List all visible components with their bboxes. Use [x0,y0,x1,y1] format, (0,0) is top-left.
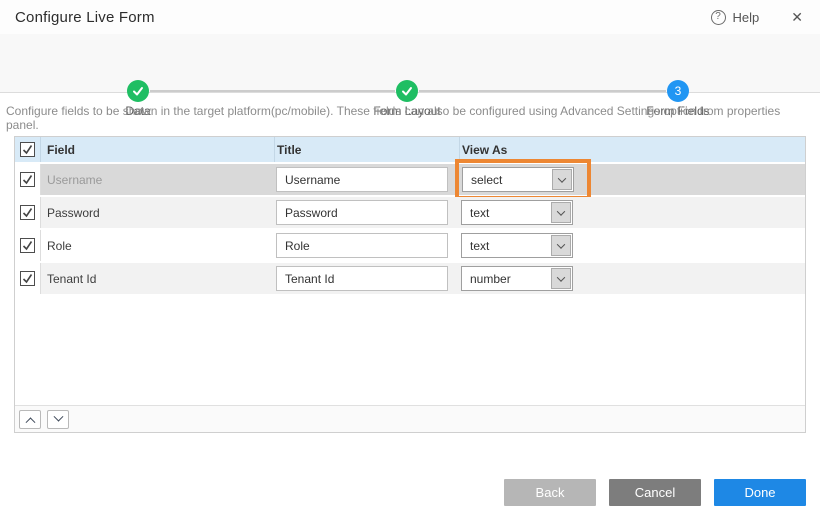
table-row: Password text [15,197,805,230]
stepper-connector [419,90,666,92]
chevron-down-icon[interactable] [551,268,571,289]
help-button[interactable]: ? Help [711,10,760,25]
chevron-down-icon[interactable] [551,202,571,223]
help-icon[interactable]: ? [711,10,726,25]
dialog-title: Configure Live Form [15,9,155,26]
chevron-down-icon[interactable] [551,235,571,256]
action-buttons: Back Cancel Done [504,479,806,506]
table-row: Role text [15,230,805,263]
configure-live-form-dialog: Configure Live Form ? Help ✕ Data Form L… [0,0,820,516]
chevron-down-icon[interactable] [552,169,572,190]
back-button[interactable]: Back [504,479,596,506]
table-row: Username select [15,164,805,197]
row-checkbox[interactable] [20,205,35,220]
help-label[interactable]: Help [733,10,760,25]
view-as-select[interactable]: text [461,233,573,258]
field-name: Password [47,206,100,220]
table-row: Tenant Id number [15,263,805,296]
column-header-title: Title [274,137,459,162]
title-input[interactable] [276,167,448,192]
view-as-select[interactable]: select [462,167,574,192]
stepper: Data Form Layout 3 Form Fields [0,34,820,93]
view-as-selected-value: select [463,173,502,187]
column-header-field: Field [41,137,274,162]
field-name: Username [47,173,102,187]
table-footer [15,405,805,432]
table-header-row: Field Title View As [15,137,805,164]
view-as-selected-value: number [462,272,511,286]
field-name: Tenant Id [47,272,96,286]
row-checkbox[interactable] [20,271,35,286]
step-data-check-icon[interactable] [127,80,149,102]
row-checkbox[interactable] [20,172,35,187]
view-as-select[interactable]: text [461,200,573,225]
title-input[interactable] [276,200,448,225]
title-input[interactable] [276,266,448,291]
move-up-button[interactable] [19,410,41,429]
titlebar: Configure Live Form ? Help ✕ [0,0,820,34]
view-as-select[interactable]: number [461,266,573,291]
row-checkbox[interactable] [20,238,35,253]
title-input[interactable] [276,233,448,258]
instruction-text: Configure fields to be shown in the targ… [6,104,814,132]
step-form-layout-check-icon[interactable] [396,80,418,102]
cancel-button[interactable]: Cancel [609,479,701,506]
step-form-fields-number[interactable]: 3 [667,80,689,102]
view-as-selected-value: text [462,239,489,253]
table-empty-area [15,296,805,405]
chevron-up-icon [25,417,35,427]
stepper-connector [150,90,395,92]
highlight-box: select [455,159,591,200]
chevron-down-icon [53,411,63,421]
fields-table: Field Title View As Username select [14,136,806,433]
close-icon[interactable]: ✕ [789,7,805,28]
move-down-button[interactable] [47,410,69,429]
view-as-selected-value: text [462,206,489,220]
select-all-checkbox[interactable] [20,142,35,157]
field-name: Role [47,239,72,253]
done-button[interactable]: Done [714,479,806,506]
